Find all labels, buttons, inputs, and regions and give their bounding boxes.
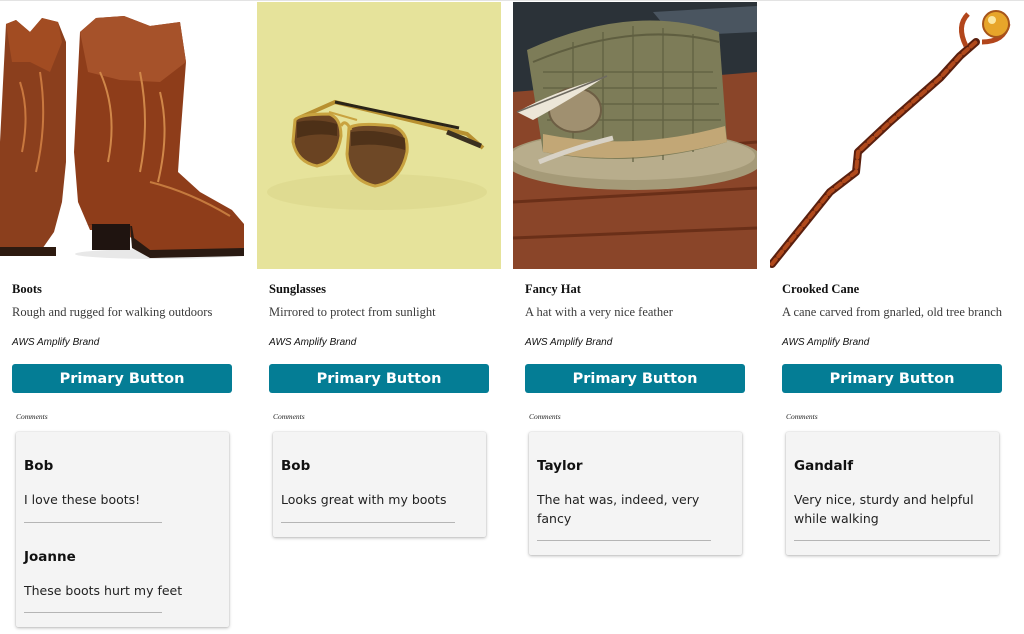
product-title: Fancy Hat — [525, 282, 581, 296]
product-image-sunglasses — [257, 2, 501, 269]
product-card: Boots Rough and rugged for walking outdo… — [0, 2, 244, 627]
primary-button[interactable]: Primary Button — [525, 364, 745, 393]
comment-author: Gandalf — [794, 458, 854, 474]
product-description: A hat with a very nice feather — [525, 305, 673, 319]
product-title: Sunglasses — [269, 282, 326, 296]
comment-text: These boots hurt my feet — [24, 582, 183, 598]
product-brand: AWS Amplify Brand — [525, 337, 613, 348]
product-title: Crooked Cane — [782, 282, 860, 296]
comment-text: Looks great with my boots — [281, 492, 447, 507]
boots-image — [0, 2, 244, 269]
comment-divider — [794, 540, 990, 541]
comments-label: Comments — [16, 412, 48, 421]
comment-author: Joanne — [24, 548, 76, 565]
comments-panel: Taylor The hat was, indeed, very fancy — [529, 432, 742, 555]
primary-button[interactable]: Primary Button — [12, 364, 232, 393]
hat-image — [513, 2, 757, 269]
top-divider — [0, 0, 1024, 1]
product-image-boots — [0, 2, 244, 269]
product-card: Crooked Cane A cane carved from gnarled,… — [770, 2, 1014, 555]
product-description: A cane carved from gnarled, old tree bra… — [782, 305, 1003, 319]
comment-divider — [281, 521, 455, 523]
comments-panel: Bob Looks great with my boots — [273, 432, 486, 537]
comment-divider — [537, 540, 711, 541]
comments-panel: Bob I love these boots! Joanne These boo… — [16, 432, 229, 627]
sunglasses-image — [257, 2, 501, 269]
comment-text: The hat was, indeed, very fancy — [537, 492, 700, 526]
product-image-hat — [513, 2, 757, 269]
comments-label: Comments — [786, 412, 818, 421]
product-description: Rough and rugged for walking outdoors — [12, 305, 213, 319]
product-title: Boots — [12, 282, 42, 296]
comment-author: Bob — [24, 458, 54, 474]
comment: Joanne These boots hurt my feet — [16, 523, 229, 613]
comment-divider — [24, 612, 162, 613]
comment-author: Taylor — [537, 458, 583, 474]
product-card: Sunglasses Mirrored to protect from sunl… — [257, 2, 501, 537]
product-description: Mirrored to protect from sunlight — [269, 305, 436, 319]
product-image-cane — [770, 2, 1014, 269]
comment-text: I love these boots! — [24, 492, 141, 507]
comment: Bob Looks great with my boots — [273, 432, 486, 523]
primary-button[interactable]: Primary Button — [782, 364, 1002, 393]
cane-image — [770, 2, 1014, 269]
product-brand: AWS Amplify Brand — [269, 337, 357, 348]
primary-button[interactable]: Primary Button — [269, 364, 489, 393]
product-card: Fancy Hat A hat with a very nice feather… — [513, 2, 757, 555]
comment-author: Bob — [281, 458, 311, 474]
product-brand: AWS Amplify Brand — [12, 337, 100, 348]
product-brand: AWS Amplify Brand — [782, 337, 870, 348]
comments-label: Comments — [273, 412, 305, 421]
comments-label: Comments — [529, 412, 561, 421]
comment-text: Very nice, sturdy and helpful while walk… — [794, 492, 974, 526]
comments-panel: Gandalf Very nice, sturdy and helpful wh… — [786, 432, 999, 555]
comment: Bob I love these boots! — [16, 432, 229, 523]
comment: Taylor The hat was, indeed, very fancy — [529, 432, 742, 541]
comment: Gandalf Very nice, sturdy and helpful wh… — [786, 432, 999, 541]
